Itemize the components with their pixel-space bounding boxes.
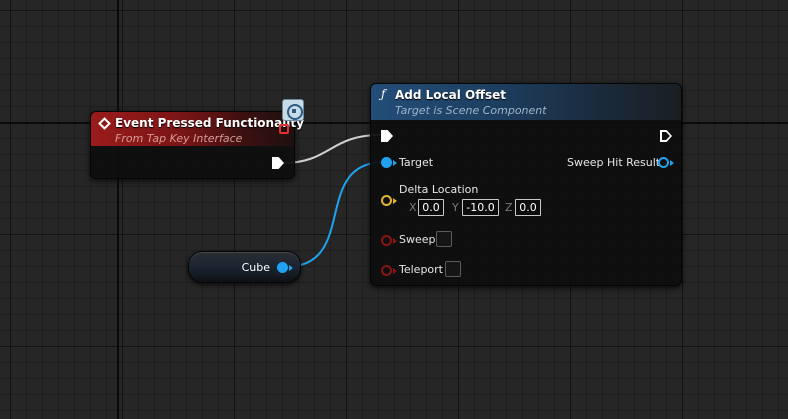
event-node-title: Event Pressed Functionality (115, 116, 304, 130)
exec-wire[interactable] (282, 134, 381, 164)
cube-output-pin[interactable] (277, 262, 288, 273)
target-label: Target (399, 156, 434, 169)
cube-pin-arrow-icon (289, 265, 293, 271)
teleport-checkbox[interactable] (445, 261, 461, 277)
event-pressed-functionality-node[interactable]: Event Pressed Functionality From Tap Key… (90, 99, 304, 179)
function-node-subtitle: Target is Scene Component (395, 104, 547, 117)
vector-z-input[interactable]: 0.0 (515, 199, 541, 216)
event-node-subtitle: From Tap Key Interface (115, 132, 243, 145)
vector-y-label: Y (452, 201, 459, 214)
sweep-label: Sweep (399, 233, 436, 246)
sweep-hit-result-label: Sweep Hit Result (567, 156, 661, 169)
function-f-icon: ƒ (381, 87, 386, 101)
sweep-arrow-icon (393, 238, 397, 244)
teleport-label: Teleport (399, 263, 443, 276)
sweep-input-pin[interactable] (381, 235, 392, 246)
target-pin-arrow-icon (393, 160, 397, 166)
function-node-title: Add Local Offset (395, 88, 506, 102)
delegate-output-pin[interactable] (279, 124, 289, 134)
cube-variable-node[interactable]: Cube (188, 251, 301, 283)
vector-z-label: Z (505, 201, 513, 214)
sweep-hit-result-output-pin[interactable] (658, 157, 669, 168)
interface-badge-icon (282, 99, 304, 121)
sweep-checkbox[interactable] (436, 231, 452, 247)
sweep-hit-result-arrow-icon (670, 160, 674, 166)
vector-x-label: X (409, 201, 417, 214)
exec-input-pin[interactable] (381, 130, 393, 142)
vector-x-input[interactable]: 0.0 (418, 199, 444, 216)
delta-location-arrow-icon (393, 198, 397, 204)
add-local-offset-node[interactable]: ƒ Add Local Offset Target is Scene Compo… (370, 83, 682, 286)
exec-output-pin[interactable] (272, 157, 284, 169)
delta-location-label: Delta Location (399, 183, 479, 196)
target-input-pin[interactable] (381, 157, 392, 168)
vector-y-input[interactable]: -10.0 (462, 199, 499, 216)
cube-variable-label: Cube (241, 261, 270, 274)
delta-location-input-pin[interactable] (381, 195, 392, 206)
teleport-input-pin[interactable] (381, 265, 392, 276)
exec-output-pin[interactable] (660, 130, 672, 142)
teleport-arrow-icon (393, 268, 397, 274)
